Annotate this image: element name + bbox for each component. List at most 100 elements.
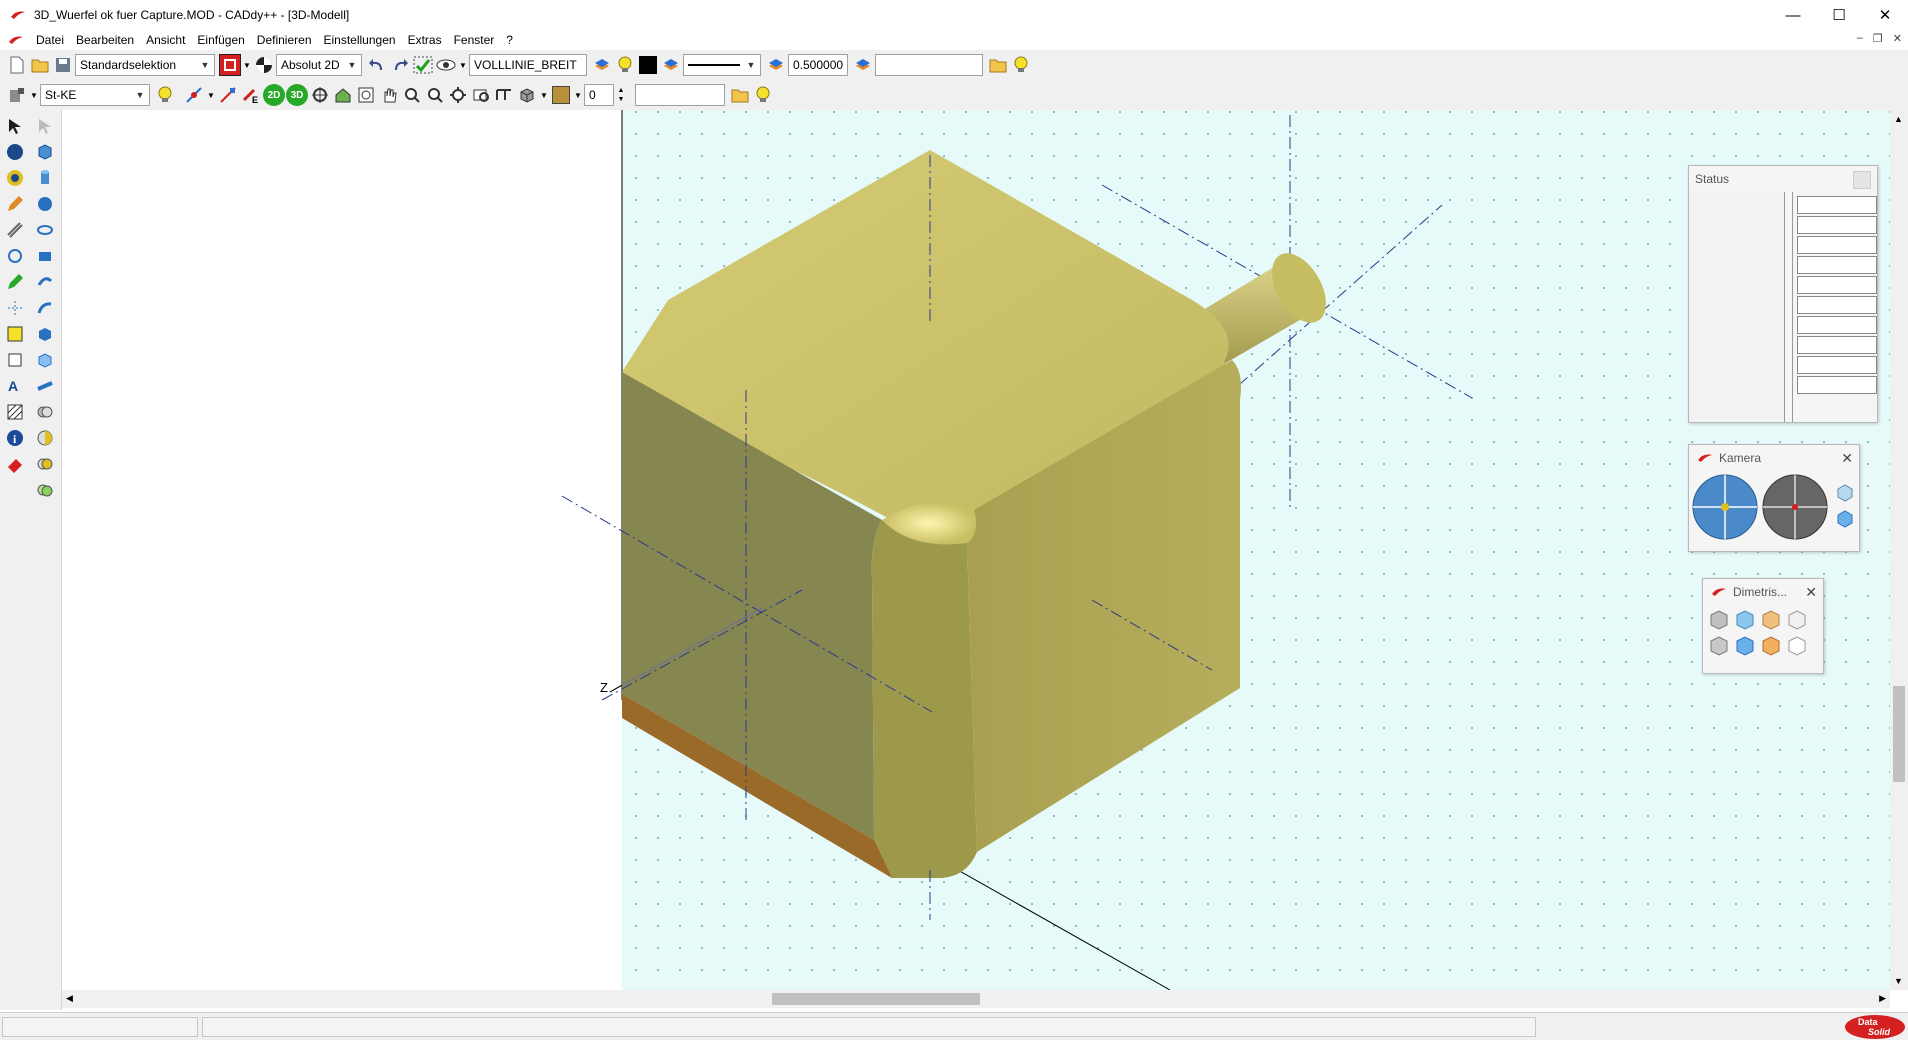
view-cube-icon[interactable] [1762, 636, 1780, 656]
line-style-select[interactable]: ▼ [683, 54, 761, 76]
section-plane-icon[interactable] [493, 84, 515, 106]
scroll-left-icon[interactable]: ◀ [66, 993, 73, 1004]
rotate-copy-icon[interactable] [3, 244, 27, 268]
snap-point-icon[interactable] [183, 84, 205, 106]
redo-icon[interactable] [389, 54, 411, 76]
view-cube-icon[interactable] [1788, 610, 1806, 630]
dropdown-arrow-icon[interactable]: ▼ [242, 54, 252, 76]
node-edit-icon[interactable] [3, 322, 27, 346]
status-panel-close-button[interactable] [1853, 171, 1871, 189]
layer-stack-icon[interactable] [591, 54, 613, 76]
menu-definieren[interactable]: Definieren [257, 33, 312, 47]
zoom-window-icon[interactable] [355, 84, 377, 106]
pan-hand-icon[interactable] [378, 84, 400, 106]
status-panel[interactable]: Status [1688, 165, 1878, 423]
house-view-icon[interactable] [332, 84, 354, 106]
layer-stack-icon[interactable] [660, 54, 682, 76]
subtract-sphere-icon[interactable] [33, 426, 57, 450]
cylinder-icon[interactable] [33, 166, 57, 190]
mdi-minimize-button[interactable]: – [1857, 32, 1863, 45]
measure-icon[interactable] [217, 84, 239, 106]
view-3d-button[interactable]: 3D [286, 84, 308, 106]
horizontal-scrollbar[interactable]: ◀ ▶ [62, 990, 1890, 1008]
grid-snap-icon[interactable] [412, 54, 434, 76]
green-spheres-icon[interactable] [33, 478, 57, 502]
linewidth-field[interactable]: 0.500000 [788, 54, 848, 76]
intersect-spheres-icon[interactable] [33, 452, 57, 476]
vertical-scrollbar[interactable]: ▲ ▼ [1890, 110, 1908, 990]
render-mode-icon[interactable] [516, 84, 538, 106]
coordinate-origin-icon[interactable] [253, 54, 275, 76]
layer-select[interactable]: St-KE ▼ [40, 84, 150, 106]
lightbulb-icon[interactable] [154, 84, 176, 106]
number-field[interactable]: 0 [584, 84, 614, 106]
select-arrow-icon[interactable] [3, 114, 27, 138]
torus-icon[interactable] [33, 218, 57, 242]
dimetric-close-icon[interactable]: ✕ [1805, 584, 1817, 601]
slice-icon[interactable] [33, 374, 57, 398]
menu-ansicht[interactable]: Ansicht [146, 33, 185, 47]
menu-einstellungen[interactable]: Einstellungen [324, 33, 396, 47]
lightbulb-icon[interactable] [614, 54, 636, 76]
maximize-button[interactable]: ☐ [1816, 0, 1862, 30]
menu-bearbeiten[interactable]: Bearbeiten [76, 33, 134, 47]
text-input-field[interactable] [635, 84, 725, 106]
pencil-icon[interactable] [3, 192, 27, 216]
coordinate-mode-select[interactable]: Absolut 2D ▼ [276, 54, 362, 76]
visibility-eye-icon[interactable] [435, 54, 457, 76]
zoom-all-icon[interactable] [447, 84, 469, 106]
zoom-previous-icon[interactable] [470, 84, 492, 106]
number-spinner[interactable]: ▲ ▼ [614, 84, 628, 106]
sweep-icon[interactable] [33, 296, 57, 320]
menu-fenster[interactable]: Fenster [454, 33, 495, 47]
layer-paint-icon[interactable] [6, 84, 28, 106]
mdi-close-button[interactable]: ✕ [1893, 32, 1902, 45]
zoom-in-icon[interactable] [401, 84, 423, 106]
globe-icon[interactable] [3, 166, 27, 190]
camera-cube-icon[interactable] [1837, 484, 1853, 502]
pick-color-icon[interactable] [219, 54, 241, 76]
layer-stack-icon[interactable] [852, 54, 874, 76]
menu-extras[interactable]: Extras [408, 33, 442, 47]
view-cube-icon[interactable] [1736, 636, 1754, 656]
text-icon[interactable]: A [3, 374, 27, 398]
green-pen-icon[interactable] [3, 270, 27, 294]
menu-einfuegen[interactable]: Einfügen [197, 33, 244, 47]
lightbulb-icon[interactable] [1010, 54, 1032, 76]
close-button[interactable]: ✕ [1862, 0, 1908, 30]
mdi-restore-button[interactable]: ❐ [1873, 32, 1883, 45]
layer-stack-icon[interactable] [765, 54, 787, 76]
document-menu-icon[interactable] [8, 35, 24, 45]
new-file-icon[interactable] [6, 54, 28, 76]
eraser-icon[interactable] [3, 452, 27, 476]
info-icon[interactable]: i [3, 426, 27, 450]
view-cube-icon[interactable] [1736, 610, 1754, 630]
scroll-right-icon[interactable]: ▶ [1879, 993, 1886, 1004]
layer-name-field[interactable] [875, 54, 983, 76]
select-arrow-disabled-icon[interactable] [33, 114, 57, 138]
sphere-dark-icon[interactable] [3, 140, 27, 164]
horizontal-scroll-thumb[interactable] [772, 993, 980, 1005]
dropdown-arrow-icon[interactable]: ▼ [206, 84, 216, 106]
view-cube-icon[interactable] [1788, 636, 1806, 656]
view-cube-icon[interactable] [1762, 610, 1780, 630]
union-spheres-icon[interactable] [33, 400, 57, 424]
kamera-panel[interactable]: Kamera ✕ [1688, 444, 1860, 552]
zoom-out-icon[interactable] [424, 84, 446, 106]
lightbulb-icon[interactable] [752, 84, 774, 106]
linetype-field[interactable]: VOLLLINIE_BREIT [469, 54, 587, 76]
view-cube-icon[interactable] [1710, 636, 1728, 656]
folder-layers-icon[interactable] [729, 84, 751, 106]
extrude-icon[interactable] [33, 244, 57, 268]
model-viewport[interactable]: Z Status Kamera ✕ Dimetris... ✕ [62, 110, 1890, 990]
view-cube-icon[interactable] [1710, 610, 1728, 630]
caliper-icon[interactable] [3, 218, 27, 242]
dropdown-arrow-icon[interactable]: ▼ [29, 84, 39, 106]
save-icon[interactable] [52, 54, 74, 76]
folder-layers-icon[interactable] [987, 54, 1009, 76]
loft-icon[interactable] [33, 322, 57, 346]
scroll-down-icon[interactable]: ▼ [1894, 976, 1903, 986]
symbol-insert-icon[interactable] [3, 348, 27, 372]
color-swatch-gold[interactable] [550, 84, 572, 106]
view-presets[interactable] [1703, 605, 1825, 671]
